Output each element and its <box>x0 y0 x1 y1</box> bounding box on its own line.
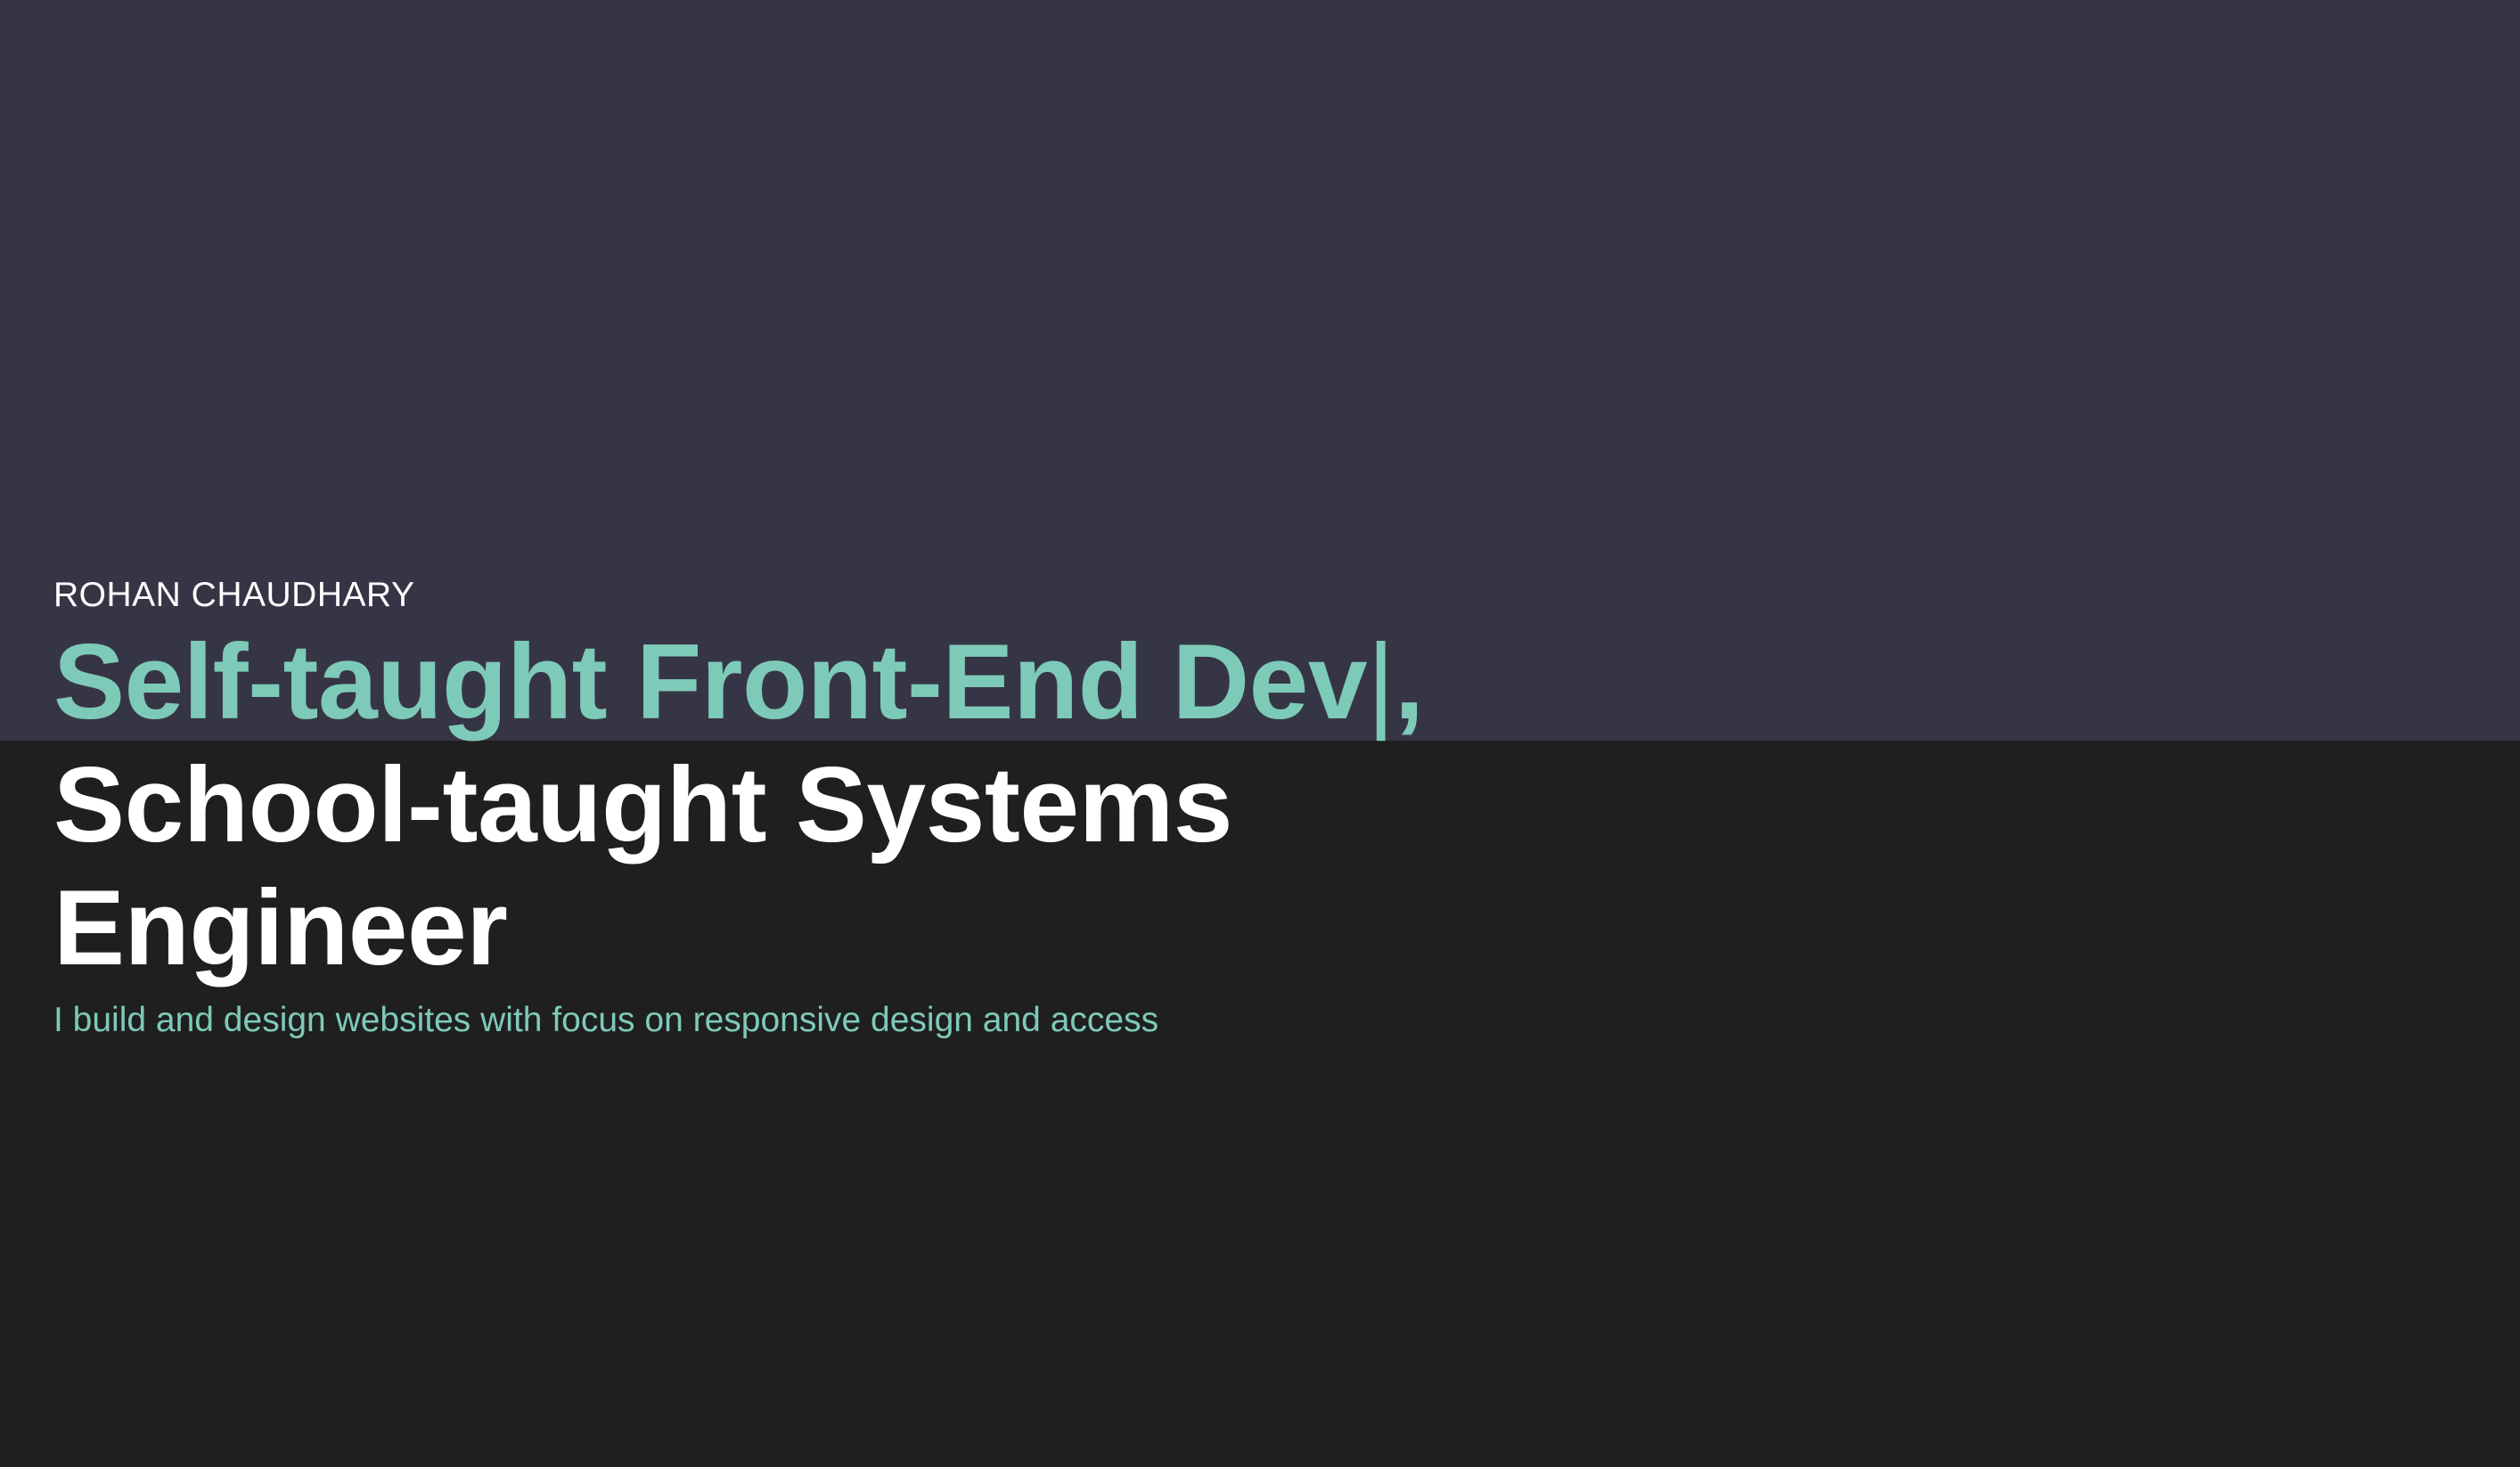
hero-section: ROHAN CHAUDHARY Self-taught Front-End De… <box>53 570 2459 1043</box>
headline-secondary: School-taught Systems Engineer <box>53 745 1233 988</box>
headline-comma: , <box>1394 622 1424 742</box>
typed-text: Self-taught Front-End Dev <box>53 622 1368 742</box>
typed-headline: Self-taught Front-End Dev|, <box>53 620 2459 743</box>
typing-cursor: | <box>1367 622 1395 742</box>
author-name: ROHAN CHAUDHARY <box>53 576 415 614</box>
hero-tagline: I build and design websites with focus o… <box>53 1001 1159 1039</box>
hero-headline: Self-taught Front-End Dev|, School-taugh… <box>53 620 2459 989</box>
page: ROHAN CHAUDHARY Self-taught Front-End De… <box>0 0 2520 1467</box>
